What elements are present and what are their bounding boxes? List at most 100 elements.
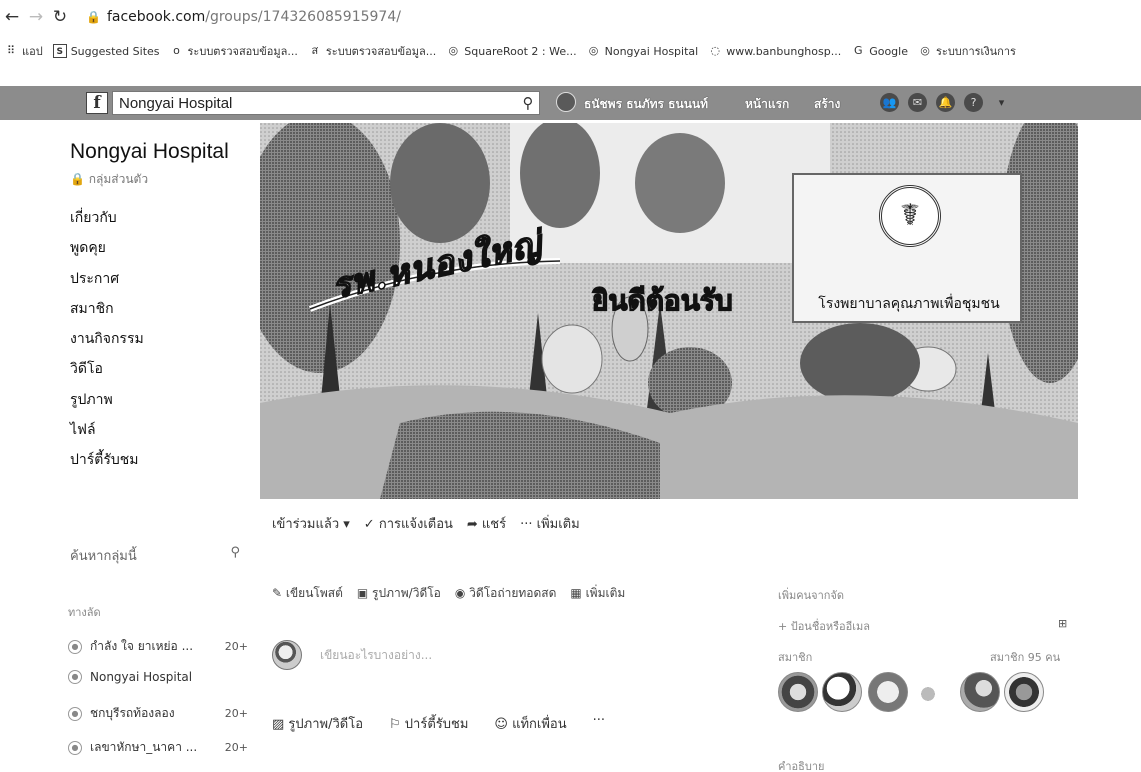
sign-text: โรงพยาบาลคุณภาพเพื่อชุมชน bbox=[818, 296, 1000, 312]
shortcut-item[interactable]: ● เลขาหักษา_นาคา ... 20+ bbox=[68, 738, 248, 757]
google-icon: G bbox=[853, 44, 863, 57]
avatar[interactable] bbox=[272, 640, 302, 670]
avatar[interactable] bbox=[1004, 672, 1044, 712]
dropdown-icon[interactable]: ▾ bbox=[992, 93, 1011, 112]
search-icon[interactable]: ⚲ bbox=[517, 94, 539, 112]
shortcut-label: Nongyai Hospital bbox=[90, 670, 193, 684]
group-nav-item[interactable]: ปาร์ตี้รับชม bbox=[70, 445, 250, 475]
more-options-button[interactable]: ··· bbox=[593, 713, 605, 734]
globe-icon: ◎ bbox=[588, 44, 599, 57]
bookmark-icon: S bbox=[52, 44, 67, 58]
group-nav-item[interactable]: สมาชิก bbox=[70, 294, 250, 324]
facebook-top-bar: f Nongyai Hospital ⚲ ธนัชพร ธนภัทร ธนนนท… bbox=[0, 86, 1141, 120]
shortcut-label: ชกบุรีรถท้องลอง bbox=[90, 706, 175, 720]
invite-icon[interactable]: ⊞ bbox=[1058, 617, 1067, 630]
group-icon: ● bbox=[68, 639, 82, 654]
avatar[interactable] bbox=[822, 672, 862, 712]
back-icon[interactable]: ← bbox=[0, 7, 24, 27]
browser-address-bar: ← → ↻ 🔒 facebook.com/groups/174326085915… bbox=[0, 0, 1141, 34]
friends-icon[interactable]: 👥 bbox=[880, 93, 899, 112]
group-icon: ● bbox=[68, 706, 82, 721]
bookmark-item[interactable]: G Google bbox=[851, 44, 908, 58]
tab-photo-video[interactable]: ▣ รูปภาพ/วิดีโอ bbox=[357, 584, 441, 603]
reload-icon[interactable]: ↻ bbox=[48, 7, 72, 27]
joined-button[interactable]: เข้าร่วมแล้ว ▾ bbox=[272, 513, 350, 534]
bookmark-item[interactable]: ส ระบบตรวจสอบข้อมูล... bbox=[308, 42, 437, 60]
bookmark-label: SquareRoot 2 : We... bbox=[464, 44, 577, 58]
watch-party-button[interactable]: ⚐ ปาร์ตี้รับชม bbox=[389, 713, 468, 734]
group-privacy: 🔒 กลุ่มส่วนตัว bbox=[70, 170, 250, 189]
group-name[interactable]: Nongyai Hospital bbox=[70, 140, 250, 164]
shortcut-item[interactable]: ● ชกบุรีรถท้องลอง 20+ bbox=[68, 704, 248, 723]
notifications-button[interactable]: ✓ การแจ้งเตือน bbox=[364, 513, 453, 534]
group-sidebar: Nongyai Hospital 🔒 กลุ่มส่วนตัว เกี่ยวกั… bbox=[70, 140, 250, 476]
bookmark-item[interactable]: ◎ ระบบการเงินการ bbox=[918, 42, 1016, 60]
shortcut-count: 20+ bbox=[224, 707, 248, 720]
search-icon[interactable]: ⚲ bbox=[230, 545, 240, 566]
invite-input[interactable]: + ป้อนชื่อหรืออีเมล bbox=[778, 617, 870, 635]
lock-icon: 🔒 bbox=[70, 172, 89, 186]
group-nav-item[interactable]: งานกิจกรรม bbox=[70, 324, 250, 354]
profile-name-link[interactable]: ธนัชพร ธนภัทร ธนนนท์ bbox=[584, 95, 708, 114]
globe-icon: ◎ bbox=[448, 44, 459, 57]
site-icon: o bbox=[173, 44, 180, 57]
members-label: สมาชิก bbox=[778, 651, 813, 664]
messenger-icon[interactable]: ✉ bbox=[908, 93, 927, 112]
url-field[interactable]: facebook.com/groups/174326085915974/ bbox=[107, 9, 401, 25]
shortcut-item[interactable]: ● Nongyai Hospital bbox=[68, 670, 248, 684]
home-link[interactable]: หน้าแรก bbox=[745, 95, 789, 114]
bookmark-label: ระบบตรวจสอบข้อมูล... bbox=[325, 45, 437, 58]
bookmark-item[interactable]: ◎ Nongyai Hospital bbox=[587, 44, 698, 58]
help-icon[interactable]: ? bbox=[964, 93, 983, 112]
group-search-input[interactable]: ค้นหากลุ่มนี้ bbox=[70, 545, 137, 566]
bookmark-item[interactable]: ⠿ แอป bbox=[4, 42, 43, 60]
lock-icon: 🔒 bbox=[86, 10, 101, 24]
group-icon: ● bbox=[68, 740, 82, 755]
composer-tabs: ✎ เขียนโพสต์ ▣ รูปภาพ/วิดีโอ ◉ วิดีโอถ่ายท… bbox=[272, 584, 639, 603]
tab-live-video[interactable]: ◉ วิดีโอถ่ายทอดสด bbox=[455, 584, 557, 603]
tag-friends-button[interactable]: ☺ แท็กเพื่อน bbox=[494, 713, 566, 734]
avatar[interactable] bbox=[916, 682, 940, 706]
group-nav-item[interactable]: ประกาศ bbox=[70, 264, 250, 294]
avatar[interactable] bbox=[960, 672, 1000, 712]
more-button[interactable]: ··· เพิ่มเติม bbox=[520, 513, 580, 534]
bookmark-label: Suggested Sites bbox=[70, 44, 160, 58]
group-privacy-label: กลุ่มส่วนตัว bbox=[88, 172, 149, 186]
group-nav-item[interactable]: ไฟล์ bbox=[70, 415, 250, 445]
tab-more[interactable]: ▦ เพิ่มเติม bbox=[570, 584, 625, 603]
notifications-icon[interactable]: 🔔 bbox=[936, 93, 955, 112]
forward-icon[interactable]: → bbox=[24, 7, 48, 27]
cover-photo[interactable]: ☤ โรงพยาบาลคุณภาพเพื่อชุมชน รพ.หนองใหญ่ … bbox=[260, 123, 1078, 499]
composer-buttons: ▨ รูปภาพ/วิดีโอ ⚐ ปาร์ตี้รับชม ☺ แท็กเพื่อ… bbox=[272, 713, 631, 734]
search-box[interactable]: Nongyai Hospital ⚲ bbox=[112, 91, 540, 115]
avatar[interactable] bbox=[868, 672, 908, 712]
group-nav-item[interactable]: วิดีโอ bbox=[70, 354, 250, 384]
shortcut-label: กำลัง ใจ ยาเหย่อ ... bbox=[90, 639, 194, 653]
avatar[interactable] bbox=[556, 92, 576, 112]
bookmark-item[interactable]: S Suggested Sites bbox=[52, 44, 160, 58]
bookmark-item[interactable]: ◎ SquareRoot 2 : We... bbox=[446, 44, 576, 58]
search-input[interactable]: Nongyai Hospital bbox=[113, 95, 517, 112]
group-icon: ● bbox=[68, 670, 82, 684]
bookmark-item[interactable]: ◌ www.banbunghosp... bbox=[708, 44, 841, 58]
group-nav-item[interactable]: พูดคุย bbox=[70, 233, 250, 263]
ministry-emblem-icon: ☤ bbox=[879, 185, 941, 247]
url-host: facebook.com bbox=[106, 9, 206, 25]
shortcut-item[interactable]: ● กำลัง ใจ ยาเหย่อ ... 20+ bbox=[68, 637, 248, 656]
group-action-bar: เข้าร่วมแล้ว ▾ ✓ การแจ้งเตือน ➦ แชร์ ··· เพ… bbox=[272, 513, 594, 534]
create-link[interactable]: สร้าง bbox=[814, 95, 840, 114]
share-button[interactable]: ➦ แชร์ bbox=[467, 513, 506, 534]
facebook-logo-icon[interactable]: f bbox=[86, 92, 108, 114]
group-nav-item[interactable]: เกี่ยวกับ bbox=[70, 203, 250, 233]
tab-write-post[interactable]: ✎ เขียนโพสต์ bbox=[272, 584, 343, 603]
bookmark-label: ระบบการเงินการ bbox=[936, 45, 1016, 58]
members-count[interactable]: สมาชิก 95 คน bbox=[990, 648, 1060, 666]
bookmarks-bar: ⠿ แอป S Suggested Sites o ระบบตรวจสอบข้อมูล..… bbox=[0, 38, 1141, 64]
site-icon: ส bbox=[311, 44, 319, 57]
bookmark-item[interactable]: o ระบบตรวจสอบข้อมูล... bbox=[170, 42, 298, 60]
composer-input[interactable]: เขียนอะไรบางอย่าง... bbox=[320, 646, 432, 665]
avatar[interactable] bbox=[778, 672, 818, 712]
group-nav-item[interactable]: รูปภาพ bbox=[70, 385, 250, 415]
photo-video-button[interactable]: ▨ รูปภาพ/วิดีโอ bbox=[272, 713, 363, 734]
group-search[interactable]: ค้นหากลุ่มนี้ ⚲ bbox=[70, 545, 240, 566]
